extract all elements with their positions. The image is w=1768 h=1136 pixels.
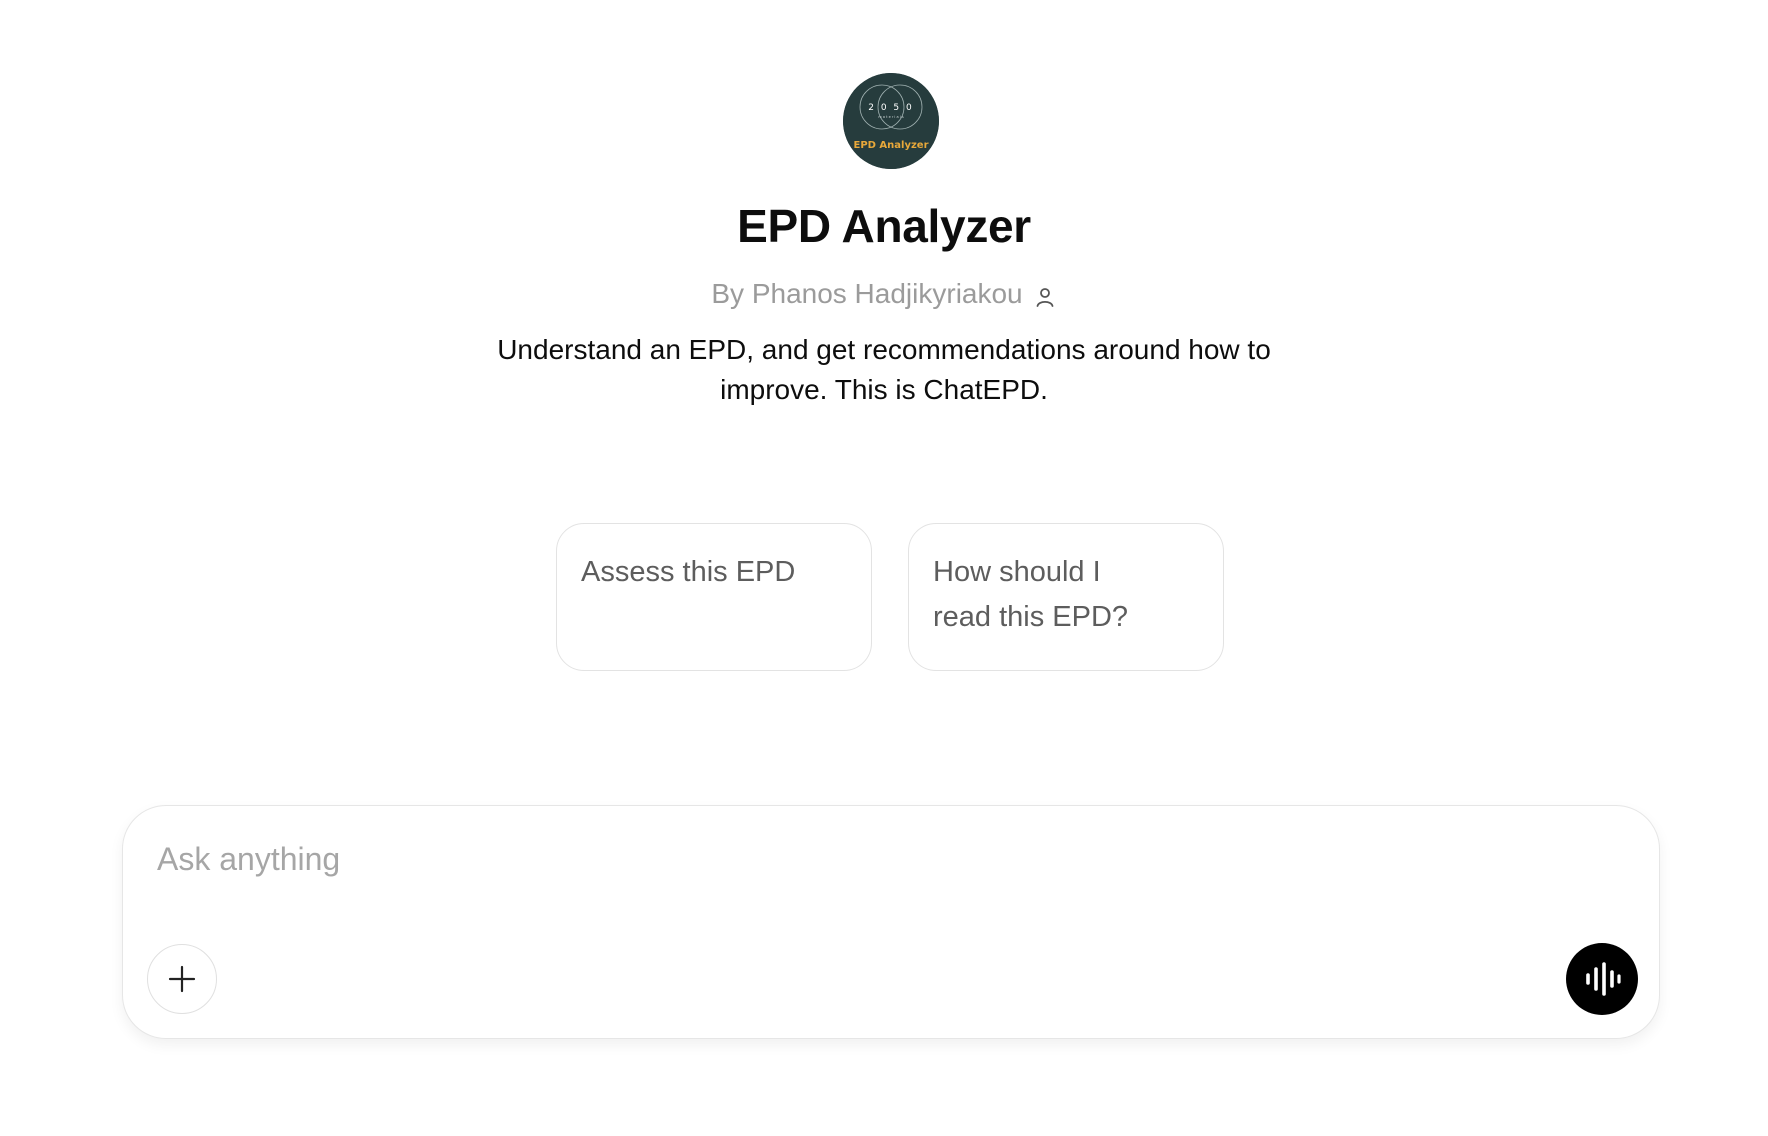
epd-analyzer-logo: 2 0 5 0 m a t e r i a l s EPD Analyzer: [843, 73, 939, 169]
description-line-2: improve. This is ChatEPD.: [720, 374, 1048, 405]
byline-text: By Phanos Hadjikyriakou: [711, 278, 1023, 309]
message-composer: [122, 805, 1660, 1039]
starter-label-line-1: How should I: [933, 556, 1101, 588]
logo-badge-text: EPD Analyzer: [853, 140, 928, 151]
logo-sub-text: m a t e r i a l s: [878, 115, 904, 119]
conversation-starter-read[interactable]: How should I read this EPD?: [908, 523, 1224, 671]
voice-mode-button[interactable]: [1566, 943, 1638, 1015]
gpt-title: EPD Analyzer: [737, 200, 1031, 252]
add-attachment-button[interactable]: [147, 944, 217, 1014]
conversation-starter-assess[interactable]: Assess this EPD: [556, 523, 872, 671]
starter-label-line-1: Assess this EPD: [581, 556, 796, 588]
description-line-1: Understand an EPD, and get recommendatio…: [497, 334, 1271, 365]
person-icon: [1033, 282, 1057, 307]
logo-top-text: 2 0 5 0: [868, 103, 914, 113]
starter-label-line-2: read this EPD?: [933, 601, 1129, 633]
message-input[interactable]: [157, 834, 1597, 884]
gpt-description: Understand an EPD, and get recommendatio…: [484, 330, 1284, 410]
plus-icon: [168, 965, 196, 993]
voice-waveform-icon: [1586, 962, 1621, 996]
gpt-avatar: 2 0 5 0 m a t e r i a l s EPD Analyzer: [843, 73, 939, 169]
gpt-byline[interactable]: By Phanos Hadjikyriakou: [0, 276, 1768, 312]
